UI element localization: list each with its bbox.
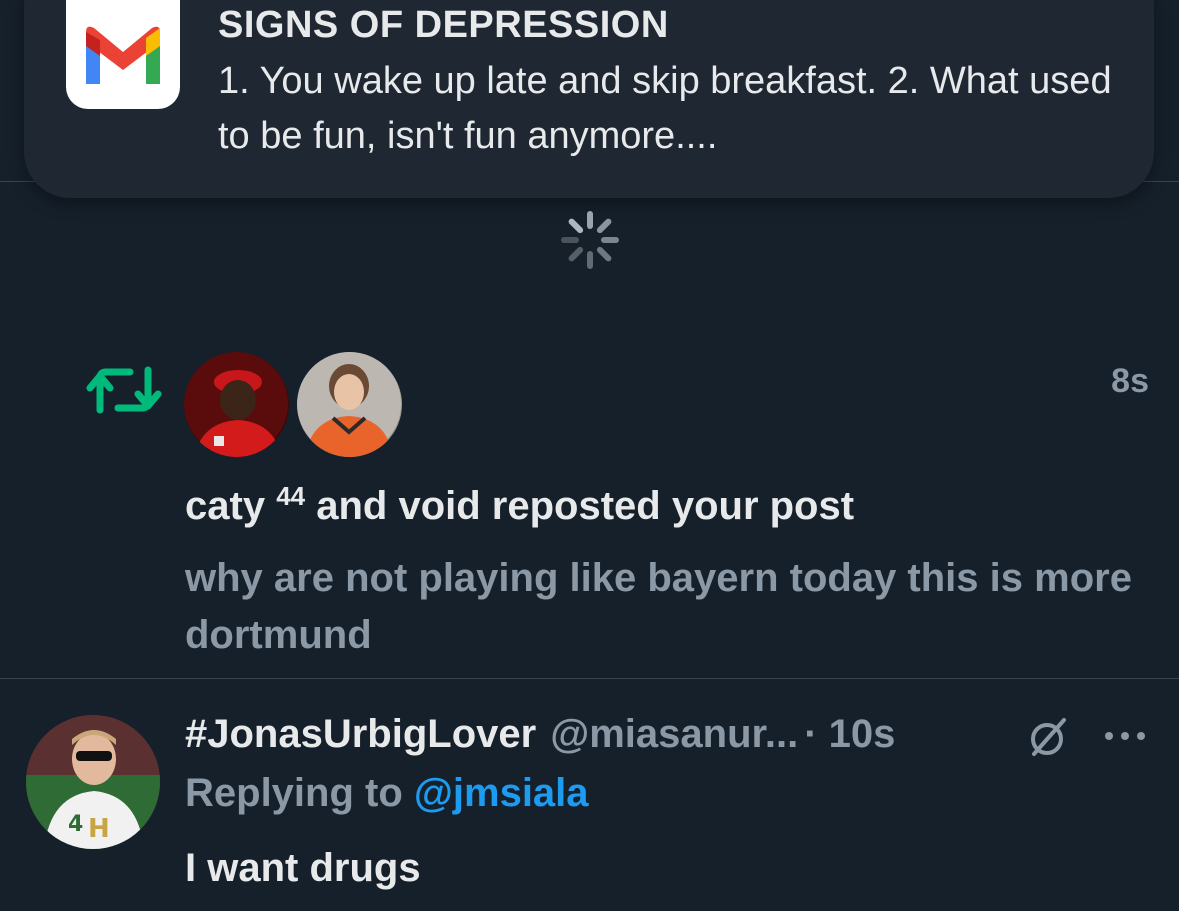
svg-text:4: 4	[68, 812, 83, 837]
svg-text:H: H	[88, 814, 110, 844]
replying-to: Replying to @jmsiala	[185, 771, 589, 816]
reposted-post-preview[interactable]: why are not playing like bayern today th…	[185, 550, 1155, 664]
tweet-text[interactable]: I want drugs	[185, 846, 421, 891]
actor-superscript: 44	[276, 481, 306, 511]
actor-name[interactable]: caty	[185, 484, 265, 528]
loading-spinner-icon	[561, 211, 619, 269]
tweet-header: #JonasUrbigLover @miasanur... · 10s	[185, 712, 895, 757]
tweet-timestamp[interactable]: · 10s	[804, 712, 895, 757]
gmail-icon	[66, 0, 180, 109]
void-avatar[interactable]	[297, 352, 402, 457]
repost-summary-rest: and void reposted your post	[305, 484, 855, 528]
display-name[interactable]: #JonasUrbigLover	[185, 712, 536, 757]
caty-avatar[interactable]	[184, 352, 289, 457]
notification-body: 1. You wake up late and skip breakfast. …	[218, 60, 1112, 157]
notifications-screen: SIGNS OF DEPRESSION 1. You wake up late …	[0, 0, 1179, 911]
repost-timestamp: 8s	[1111, 362, 1149, 400]
repost-summary[interactable]: caty 44 and void reposted your post	[185, 481, 855, 529]
repost-icon	[86, 366, 162, 414]
notification-title: SIGNS OF DEPRESSION	[218, 4, 669, 46]
divider	[0, 678, 1179, 679]
replying-prefix: Replying to	[185, 771, 414, 815]
replying-mention[interactable]: @jmsiala	[414, 771, 589, 815]
grok-icon[interactable]	[1026, 716, 1070, 760]
user-avatar[interactable]: H 4	[26, 715, 160, 849]
more-options-icon[interactable]	[1102, 728, 1148, 744]
user-handle[interactable]: @miasanur...	[550, 712, 798, 757]
